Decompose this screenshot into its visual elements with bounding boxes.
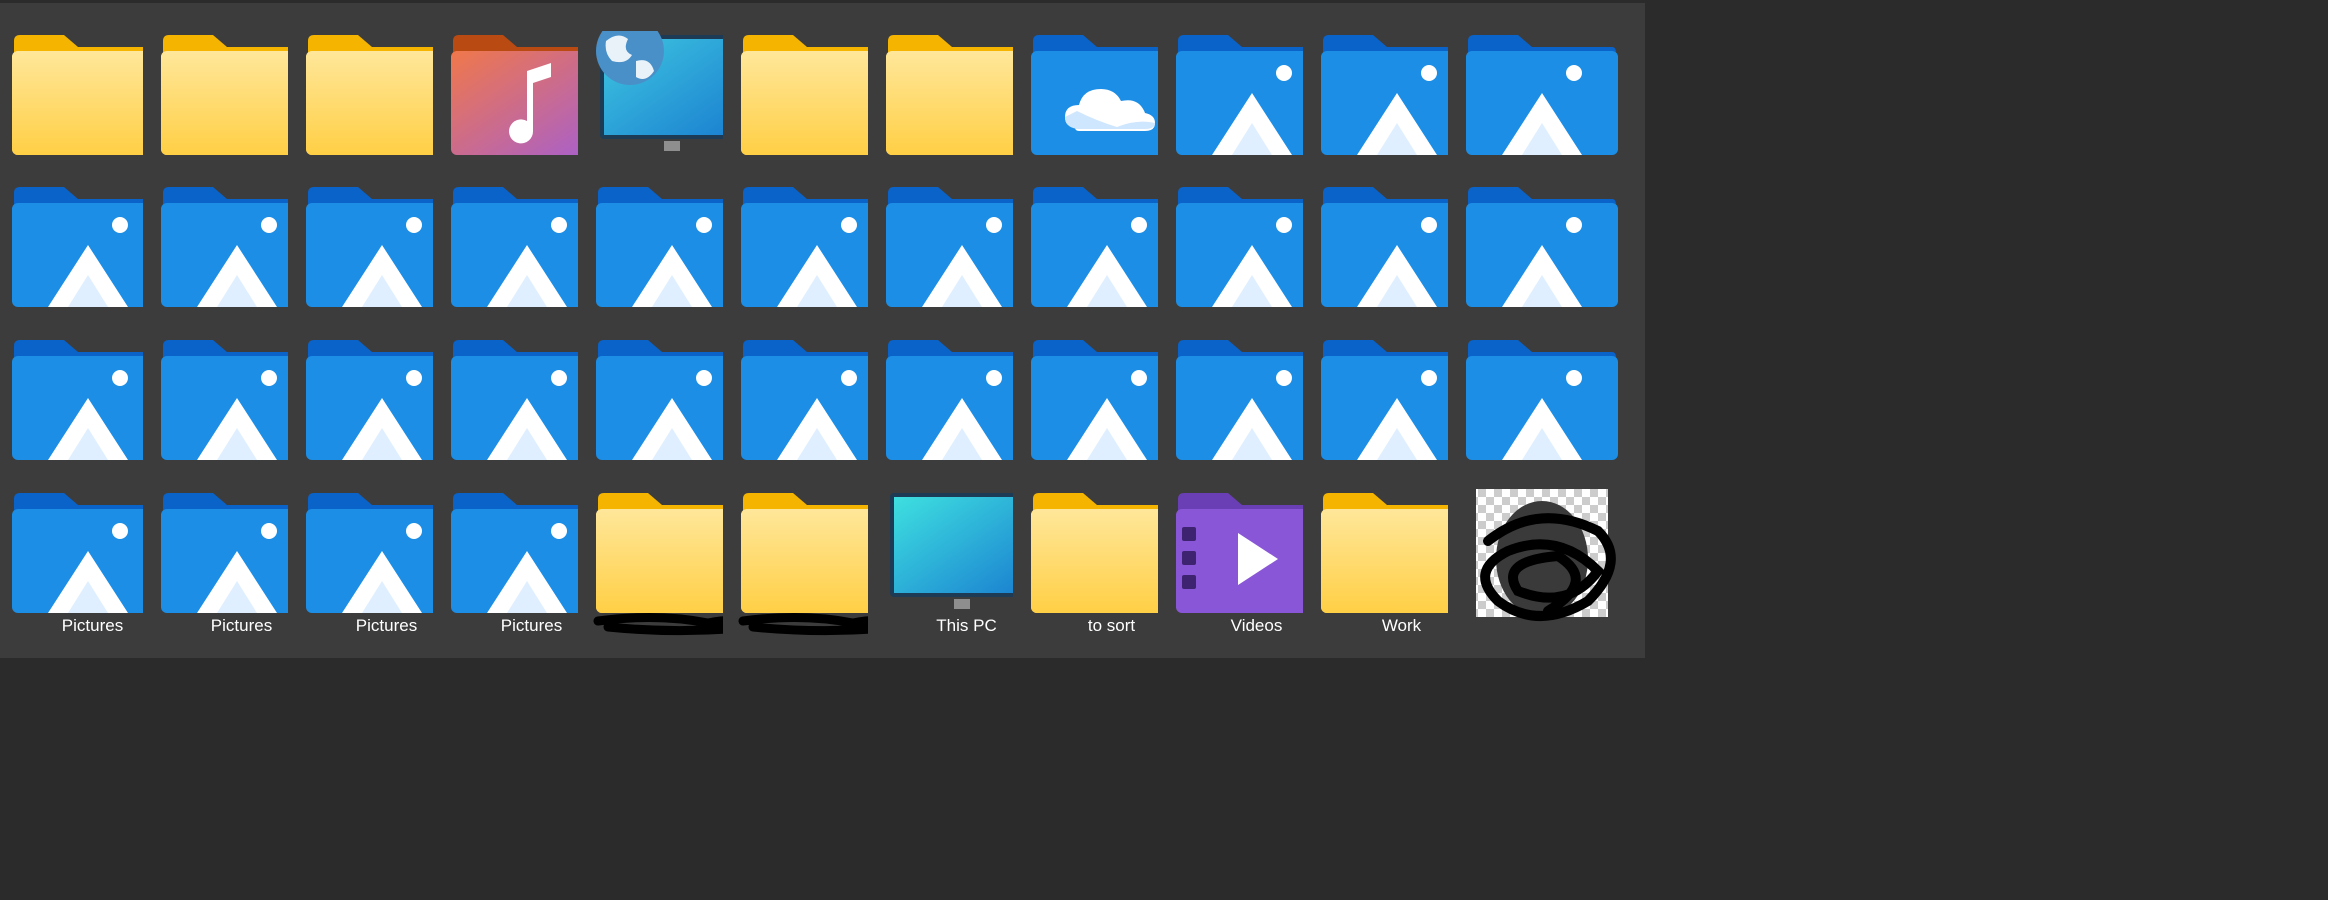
image-thumbnail-icon [1462,475,1622,647]
pictures-folder-icon [1462,31,1622,159]
file-tile[interactable] [1448,461,1645,658]
pictures-folder-icon [1462,336,1622,464]
pictures-folder-icon [1462,183,1622,311]
file-grid: Hospisce Lifestyle Music Network New fol… [0,0,2328,900]
